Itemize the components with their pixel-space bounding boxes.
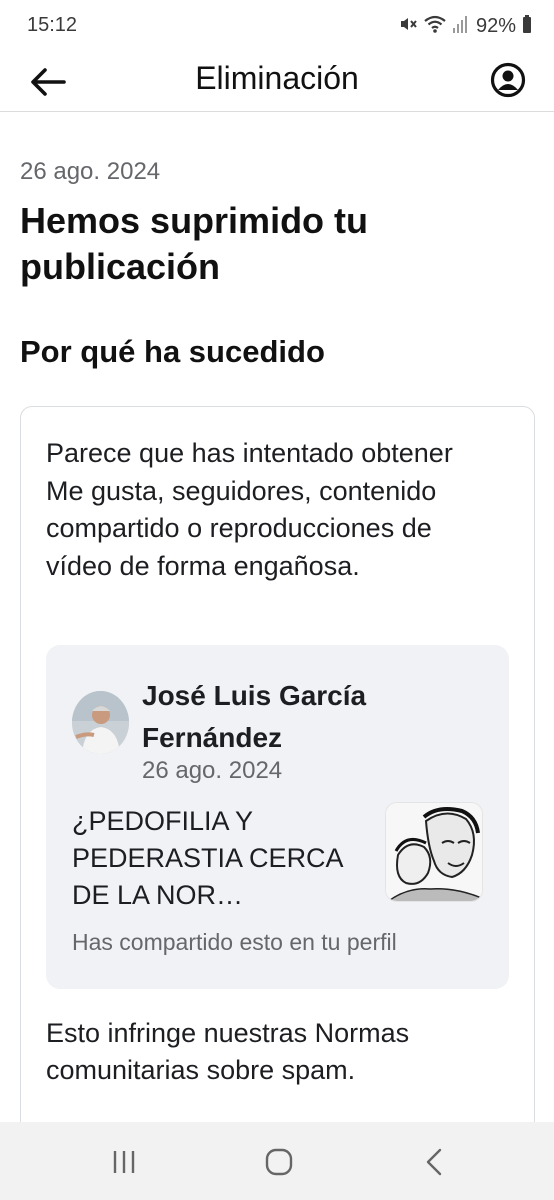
- app-bar: Eliminación: [0, 52, 554, 112]
- nav-back-button[interactable]: [412, 1140, 456, 1184]
- post-text: ¿PEDOFILIA Y PEDERASTIA CERCA DE LA NOR…: [72, 806, 343, 910]
- headline: Hemos suprimido tu publicación: [20, 200, 369, 287]
- post-thumbnail: [385, 802, 483, 902]
- home-icon: [265, 1148, 293, 1176]
- status-time: 15:12: [27, 14, 78, 36]
- removed-post-preview[interactable]: José Luis García Fernández 26 ago. 2024 …: [46, 645, 509, 989]
- signal-icon: [452, 14, 468, 39]
- mute-icon: [398, 14, 418, 39]
- avatar: [72, 691, 129, 754]
- back-icon: [426, 1148, 442, 1176]
- removal-date: 26 ago. 2024: [20, 158, 161, 185]
- battery-icon: [522, 14, 532, 39]
- battery-percent: 92%: [475, 14, 516, 37]
- wifi-icon: [424, 14, 446, 39]
- post-footer: Has compartido esto en tu perfil: [72, 929, 397, 955]
- post-author: José Luis García Fernández: [142, 680, 367, 753]
- profile-icon: [490, 62, 526, 98]
- policy-text: Esto infringe nuestras Normas comunitari…: [46, 1018, 410, 1085]
- reason-card: Parece que has intentado obtener Me gust…: [20, 406, 535, 1166]
- profile-button[interactable]: [488, 60, 528, 100]
- system-nav-bar: [0, 1122, 554, 1200]
- reason-text: Parece que has intentado obtener Me gust…: [46, 438, 453, 581]
- post-date: 26 ago. 2024: [142, 757, 283, 784]
- recent-apps-button[interactable]: [102, 1140, 146, 1184]
- page-title: Eliminación: [195, 60, 359, 96]
- home-button[interactable]: [257, 1140, 301, 1184]
- status-icons: 92%: [398, 12, 532, 40]
- status-bar: 15:12 92%: [0, 0, 554, 52]
- section-title: Por qué ha sucedido: [20, 334, 325, 369]
- recent-apps-icon: [113, 1151, 135, 1173]
